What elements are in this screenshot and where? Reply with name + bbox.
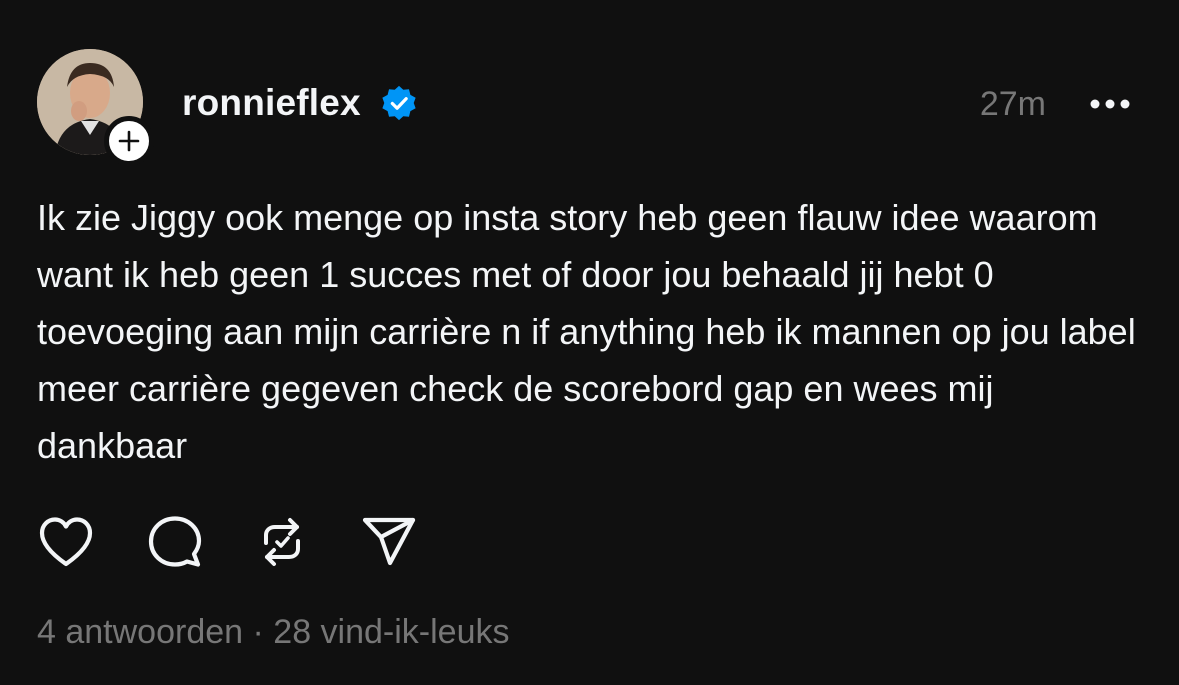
send-icon bbox=[362, 517, 416, 566]
repost-button[interactable] bbox=[252, 512, 312, 572]
repost-icon bbox=[264, 518, 300, 566]
more-horizontal-icon[interactable] bbox=[1087, 89, 1133, 119]
heart-icon bbox=[39, 517, 93, 567]
avatar-container[interactable] bbox=[37, 49, 154, 166]
like-button[interactable] bbox=[36, 512, 96, 572]
username[interactable]: ronnieflex bbox=[182, 80, 361, 126]
share-button[interactable] bbox=[359, 512, 419, 572]
reply-button[interactable] bbox=[145, 512, 205, 572]
post-stats: 4 antwoorden · 28 vind-ik-leuks bbox=[37, 609, 510, 655]
post-text: Ik zie Jiggy ook menge op insta story he… bbox=[37, 197, 1136, 466]
comment-icon bbox=[148, 516, 202, 567]
plus-icon bbox=[118, 130, 140, 152]
stats-separator: · bbox=[252, 613, 264, 651]
post-timestamp: 27m bbox=[979, 85, 1046, 123]
likes-count[interactable]: 28 vind-ik-leuks bbox=[273, 613, 509, 651]
follow-button[interactable] bbox=[104, 116, 154, 166]
replies-count[interactable]: 4 antwoorden bbox=[37, 613, 243, 651]
verified-badge-icon bbox=[382, 85, 416, 121]
